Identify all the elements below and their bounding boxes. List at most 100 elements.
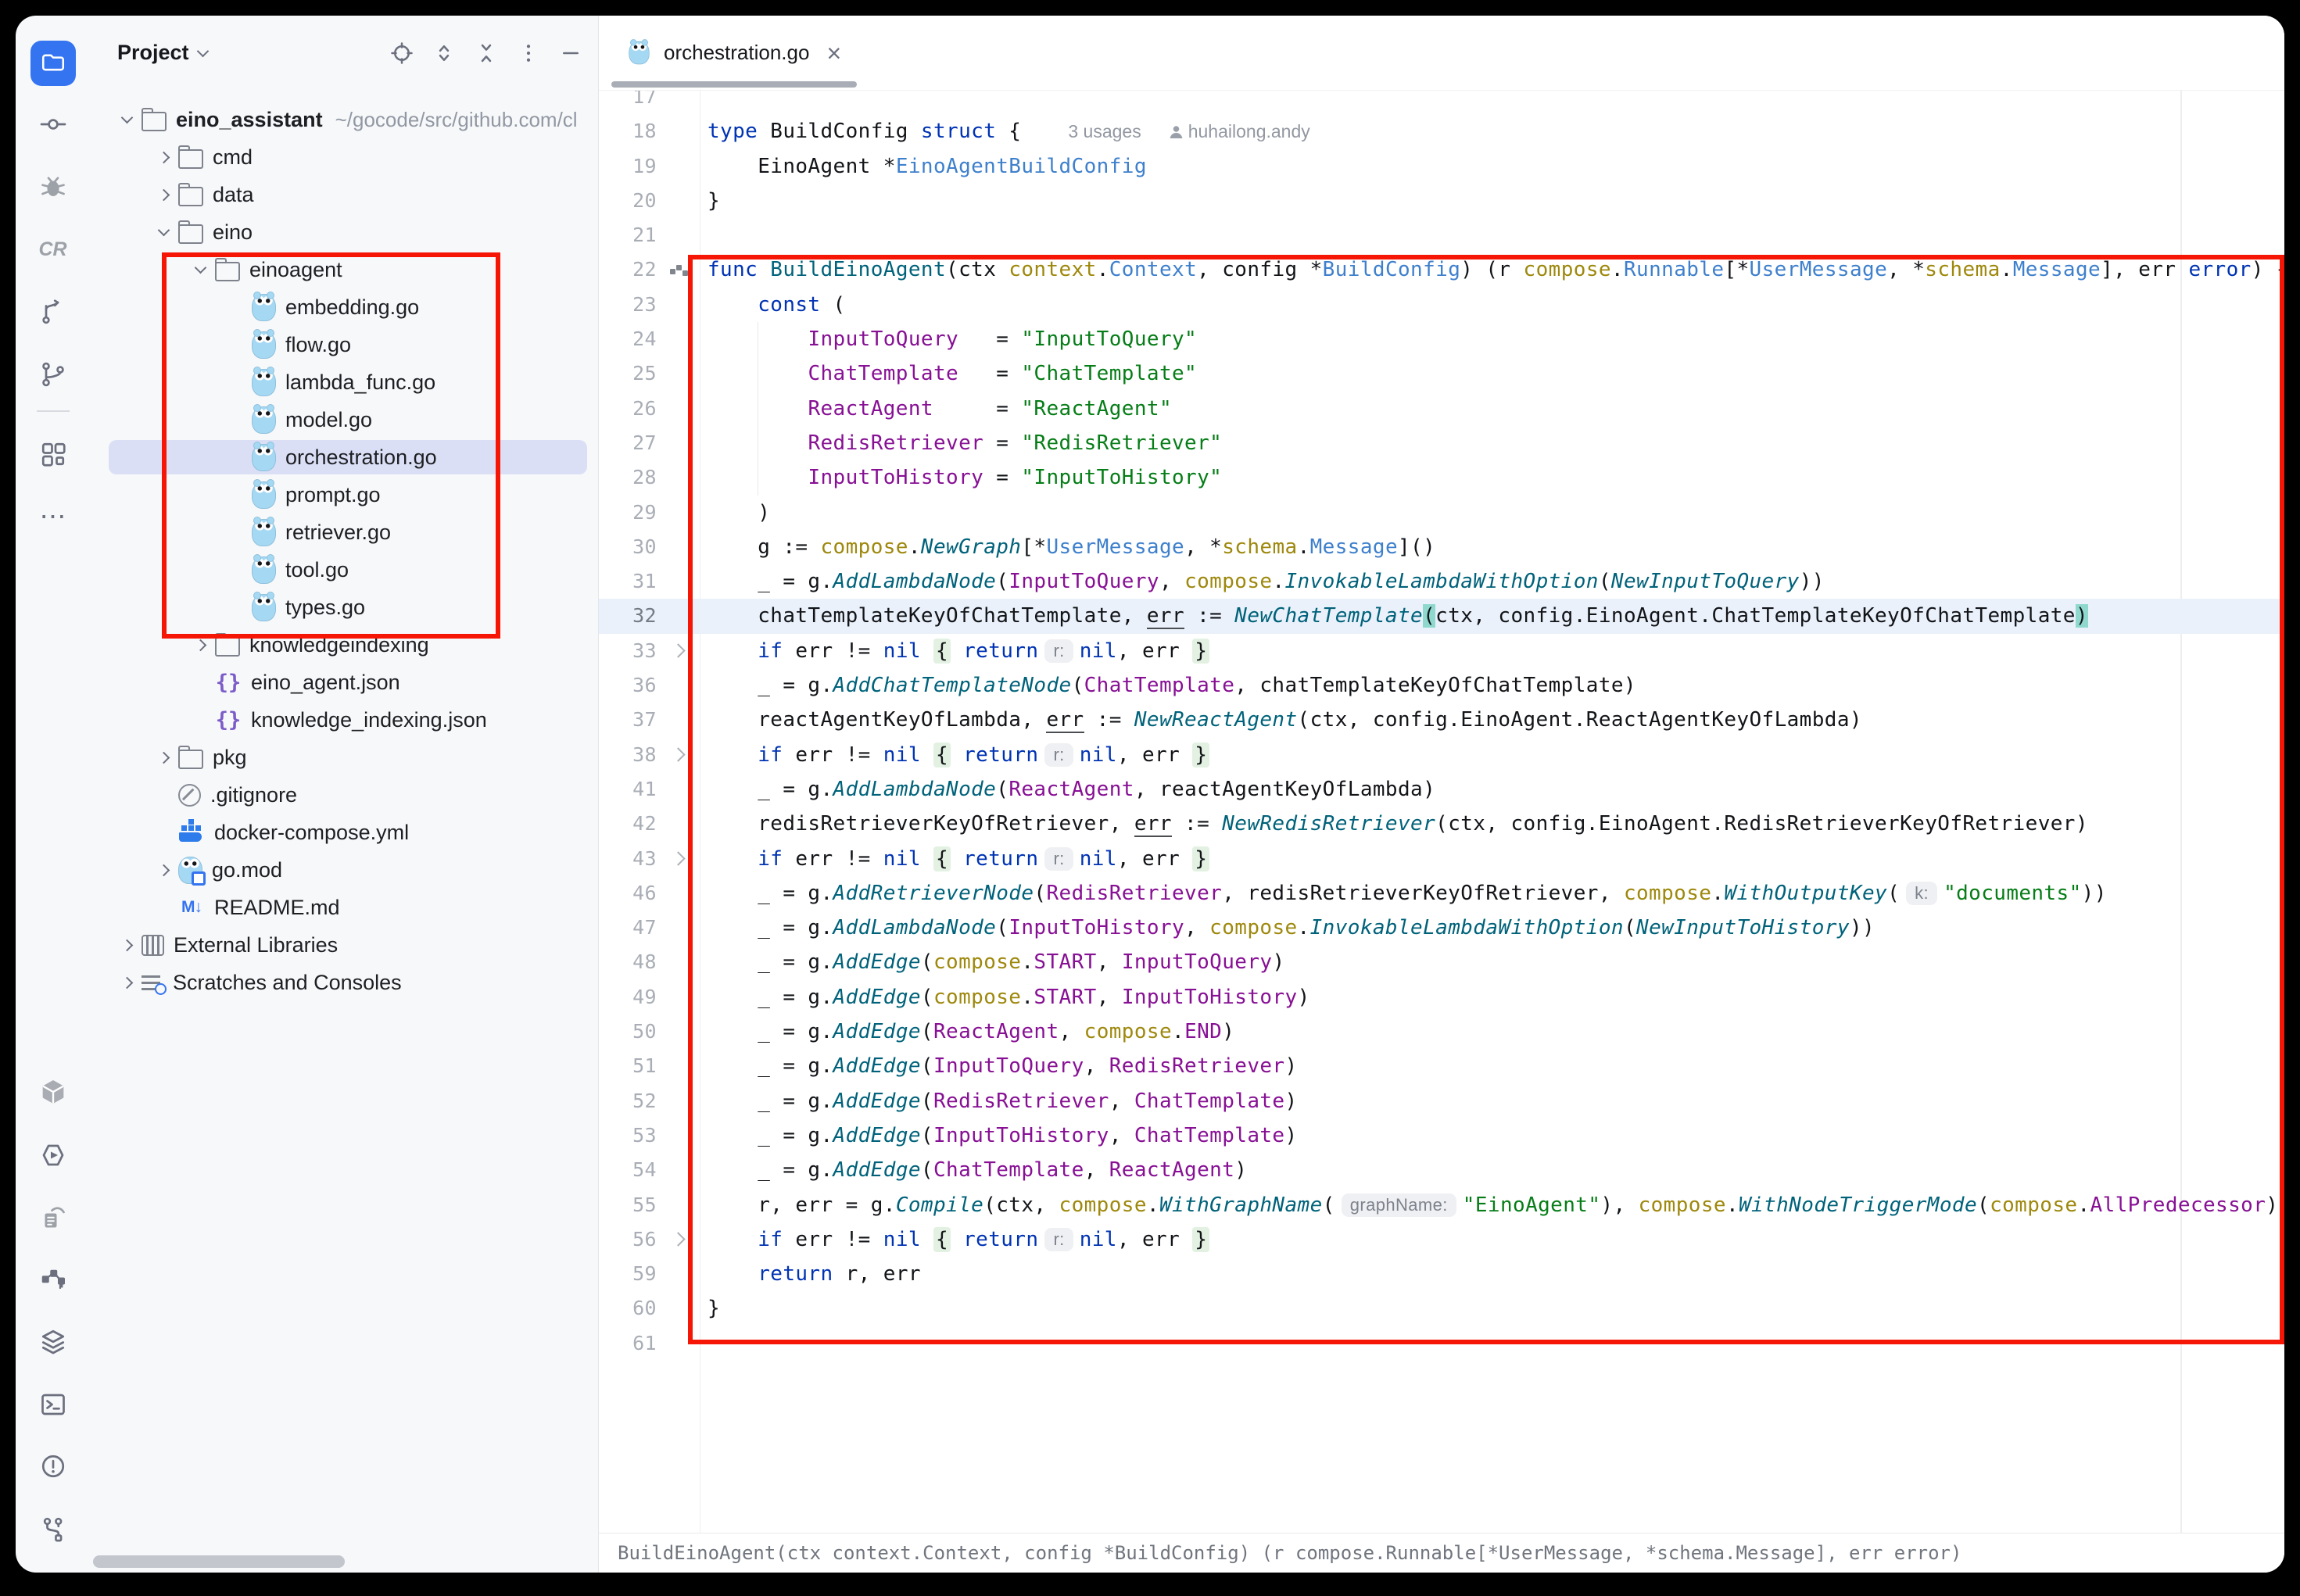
tree-item-einoagent[interactable]: einoagent: [90, 251, 598, 288]
code-line-23[interactable]: 23 const (: [599, 288, 2284, 322]
tree-item-scratches-and-consoles[interactable]: Scratches and Consoles: [90, 964, 598, 1001]
code-line-18[interactable]: 18type BuildConfig struct {3 usageshuhai…: [599, 114, 2284, 149]
code-line-38[interactable]: 38 if err != nil { returnr:nil, err }: [599, 738, 2284, 772]
terminal-tool-button[interactable]: [34, 1387, 72, 1424]
code-line-31[interactable]: 31 _ = g.AddLambdaNode(InputToQuery, com…: [599, 564, 2284, 599]
fold-arrow-icon[interactable]: [671, 851, 685, 865]
dependencies-tool-button[interactable]: [34, 1074, 72, 1111]
code-line-43[interactable]: 43 if err != nil { returnr:nil, err }: [599, 842, 2284, 876]
chevron-right-icon[interactable]: [120, 939, 133, 951]
code-line-27[interactable]: 27 RedisRetriever = "RedisRetriever": [599, 426, 2284, 460]
structure-tool-button[interactable]: [34, 436, 72, 474]
tree-item-readme-md[interactable]: M↓README.md: [90, 889, 598, 926]
code-line-29[interactable]: 29 ): [599, 496, 2284, 530]
chevron-down-icon[interactable]: [194, 262, 206, 274]
code-line-22[interactable]: 22func BuildEinoAgent(ctx context.Contex…: [599, 252, 2284, 287]
problems-tool-button[interactable]: [34, 1448, 72, 1486]
chevron-right-icon[interactable]: [157, 751, 170, 764]
code-line-30[interactable]: 30 g := compose.NewGraph[*UserMessage, *…: [599, 530, 2284, 564]
related-usages-icon[interactable]: [669, 263, 688, 277]
code-line-53[interactable]: 53 _ = g.AddEdge(InputToHistory, ChatTem…: [599, 1118, 2284, 1153]
tree-item-eino[interactable]: eino: [90, 213, 598, 251]
tree-item-knowledgeindexing[interactable]: knowledgeindexing: [90, 626, 598, 664]
tree-item-tool-go[interactable]: tool.go: [90, 551, 598, 589]
code-editor[interactable]: 1718type BuildConfig struct {3 usageshuh…: [599, 91, 2284, 1533]
code-line-56[interactable]: 56 if err != nil { returnr:nil, err }: [599, 1222, 2284, 1257]
code-line-52[interactable]: 52 _ = g.AddEdge(RedisRetriever, ChatTem…: [599, 1084, 2284, 1118]
hide-panel-button[interactable]: [559, 41, 582, 65]
tree-item-external-libraries[interactable]: External Libraries: [90, 926, 598, 964]
tree-item-data[interactable]: data: [90, 176, 598, 213]
tree-item-eino-assistant[interactable]: eino_assistant~/gocode/src/github.com/cl: [90, 101, 598, 138]
tree-item-retriever-go[interactable]: retriever.go: [90, 514, 598, 551]
code-line-55[interactable]: 55 r, err = g.Compile(ctx, compose.WithG…: [599, 1188, 2284, 1222]
code-line-51[interactable]: 51 _ = g.AddEdge(InputToQuery, RedisRetr…: [599, 1049, 2284, 1083]
tree-item-knowledge-indexing-json[interactable]: {}knowledge_indexing.json: [90, 701, 598, 739]
code-line-20[interactable]: 20}: [599, 184, 2284, 218]
run-anything-tool-button[interactable]: [34, 1137, 72, 1175]
tree-item-cmd[interactable]: cmd: [90, 138, 598, 176]
code-line-24[interactable]: 24 InputToQuery = "InputToQuery": [599, 322, 2284, 356]
chevron-right-icon[interactable]: [157, 188, 170, 201]
tree-item-flow-go[interactable]: flow.go: [90, 326, 598, 363]
more-tools-button[interactable]: ⋯: [34, 498, 72, 535]
tree-item-docker-compose-yml[interactable]: docker-compose.yml: [90, 814, 598, 851]
chevron-right-icon[interactable]: [120, 976, 133, 989]
chevron-right-icon[interactable]: [194, 639, 206, 651]
code-line-41[interactable]: 41 _ = g.AddLambdaNode(ReactAgent, react…: [599, 772, 2284, 807]
code-line-47[interactable]: 47 _ = g.AddLambdaNode(InputToHistory, c…: [599, 911, 2284, 945]
services-tool-button[interactable]: [34, 1323, 72, 1361]
tree-item-gitignore[interactable]: .gitignore: [90, 776, 598, 814]
tree-item-eino-agent-json[interactable]: {}eino_agent.json: [90, 664, 598, 701]
project-tool-button[interactable]: [30, 41, 76, 86]
pull-requests-tool-button[interactable]: [34, 294, 72, 331]
code-review-tool-button[interactable]: CR: [34, 231, 72, 268]
documentation-tool-button[interactable]: [34, 1199, 72, 1236]
tree-item-types-go[interactable]: types.go: [90, 589, 598, 626]
fold-arrow-icon[interactable]: [671, 748, 685, 762]
fold-arrow-icon[interactable]: [671, 1233, 685, 1247]
tab-close-icon[interactable]: ×: [826, 41, 841, 66]
panel-options-button[interactable]: [517, 41, 540, 65]
code-line-33[interactable]: 33 if err != nil { returnr:nil, err }: [599, 634, 2284, 668]
tree-item-embedding-go[interactable]: embedding.go: [90, 288, 598, 326]
code-line-32[interactable]: 32 chatTemplateKeyOfChatTemplate, err :=…: [599, 599, 2284, 633]
select-opened-file-button[interactable]: [390, 41, 414, 65]
chevron-down-icon[interactable]: [196, 45, 209, 57]
panel-hscrollbar[interactable]: [93, 1555, 345, 1568]
code-line-26[interactable]: 26 ReactAgent = "ReactAgent": [599, 392, 2284, 426]
chevron-right-icon[interactable]: [157, 864, 170, 876]
code-line-28[interactable]: 28 InputToHistory = "InputToHistory": [599, 460, 2284, 495]
debug-tool-button[interactable]: [34, 169, 72, 206]
tree-item-lambda-func-go[interactable]: lambda_func.go: [90, 363, 598, 401]
code-line-49[interactable]: 49 _ = g.AddEdge(compose.START, InputToH…: [599, 980, 2284, 1014]
chevron-down-icon[interactable]: [157, 224, 170, 237]
code-line-61[interactable]: 61: [599, 1326, 2284, 1361]
endpoints-tool-button[interactable]: [34, 1512, 72, 1549]
code-line-19[interactable]: 19 EinoAgent *EinoAgentBuildConfig: [599, 149, 2284, 184]
chevron-down-icon[interactable]: [120, 112, 133, 124]
code-line-50[interactable]: 50 _ = g.AddEdge(ReactAgent, compose.END…: [599, 1014, 2284, 1049]
tree-item-go-mod[interactable]: go.mod: [90, 851, 598, 889]
code-line-59[interactable]: 59 return r, err: [599, 1257, 2284, 1291]
tree-item-orchestration-go[interactable]: orchestration.go: [90, 438, 598, 476]
code-line-46[interactable]: 46 _ = g.AddRetrieverNode(RedisRetriever…: [599, 876, 2284, 911]
tree-item-pkg[interactable]: pkg: [90, 739, 598, 776]
fold-arrow-icon[interactable]: [671, 644, 685, 658]
version-control-tool-button[interactable]: [34, 356, 72, 394]
commit-tool-button[interactable]: [34, 106, 72, 144]
chevron-right-icon[interactable]: [157, 151, 170, 163]
hierarchy-tool-button[interactable]: [34, 1261, 72, 1298]
code-line-25[interactable]: 25 ChatTemplate = "ChatTemplate": [599, 356, 2284, 391]
code-line-54[interactable]: 54 _ = g.AddEdge(ChatTemplate, ReactAgen…: [599, 1153, 2284, 1187]
code-line-42[interactable]: 42 redisRetrieverKeyOfRetriever, err := …: [599, 807, 2284, 841]
code-line-17[interactable]: 17: [599, 91, 2284, 114]
tree-item-prompt-go[interactable]: prompt.go: [90, 476, 598, 514]
tab-orchestration-go[interactable]: orchestration.go ×: [607, 16, 862, 90]
code-line-21[interactable]: 21: [599, 218, 2284, 252]
code-line-36[interactable]: 36 _ = g.AddChatTemplateNode(ChatTemplat…: [599, 668, 2284, 703]
code-line-37[interactable]: 37 reactAgentKeyOfLambda, err := NewReac…: [599, 703, 2284, 737]
code-line-48[interactable]: 48 _ = g.AddEdge(compose.START, InputToQ…: [599, 945, 2284, 979]
collapse-all-button[interactable]: [475, 41, 498, 65]
expand-all-button[interactable]: [432, 41, 456, 65]
